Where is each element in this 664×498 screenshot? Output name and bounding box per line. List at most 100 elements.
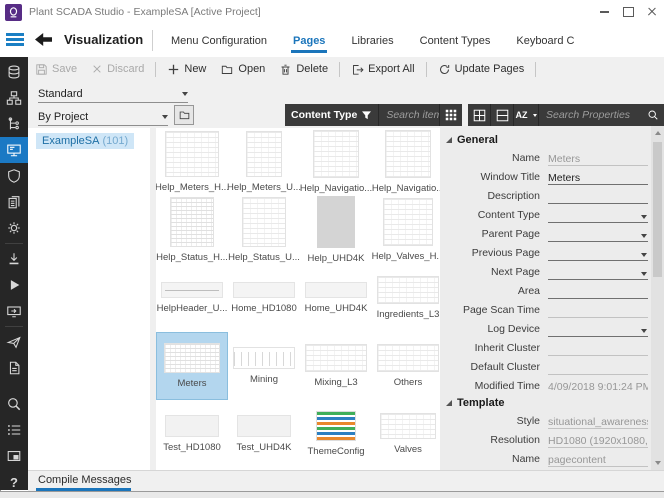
scroll-down-icon[interactable] bbox=[655, 461, 661, 465]
page-cell-help-meters-h[interactable]: Help_Meters_H... bbox=[156, 128, 228, 196]
page-cell-help-uhd4k[interactable]: Help_UHD4K bbox=[300, 196, 372, 264]
remote-display-icon[interactable] bbox=[0, 298, 28, 324]
page-cell-help-valves-h[interactable]: Help_Valves_H... bbox=[372, 196, 444, 264]
delete-button[interactable]: Delete bbox=[272, 57, 335, 81]
scroll-up-icon[interactable] bbox=[655, 131, 661, 135]
page-cell-home-hd1080[interactable]: Home_HD1080 bbox=[228, 264, 300, 332]
page-cell-home-uhd4k[interactable]: Home_UHD4K bbox=[300, 264, 372, 332]
page-cell-others[interactable]: Others bbox=[372, 332, 444, 400]
search-properties-button[interactable] bbox=[642, 104, 664, 126]
tab-libraries[interactable]: Libraries bbox=[338, 24, 406, 57]
download-icon[interactable] bbox=[0, 246, 28, 272]
pages-copy-icon[interactable] bbox=[0, 189, 28, 215]
back-button[interactable] bbox=[34, 31, 54, 49]
compile-messages-tab[interactable]: Compile Messages bbox=[38, 474, 132, 486]
maximize-button[interactable] bbox=[616, 0, 640, 24]
split-view-button[interactable] bbox=[491, 104, 513, 126]
export-all-button[interactable]: Export All bbox=[344, 57, 421, 81]
run-play-icon[interactable] bbox=[0, 272, 28, 298]
default-cluster-field[interactable] bbox=[548, 359, 648, 375]
folder-filter-button[interactable] bbox=[174, 105, 194, 125]
tab-keyboard-commands[interactable]: Keyboard C bbox=[503, 24, 587, 57]
page-cell-help-status-h[interactable]: Help_Status_H... bbox=[156, 196, 228, 264]
update-pages-button[interactable]: Update Pages bbox=[431, 57, 532, 81]
page-cell-test-uhd4k[interactable]: Test_UHD4K bbox=[228, 400, 300, 468]
save-button[interactable]: Save bbox=[28, 57, 84, 81]
tab-menu-configuration[interactable]: Menu Configuration bbox=[158, 24, 280, 57]
page-cell-valves[interactable]: Valves bbox=[372, 400, 444, 468]
previous-page-dropdown[interactable] bbox=[548, 245, 648, 261]
split-four-icon bbox=[473, 109, 486, 122]
modified-time-value: 4/09/2018 9:01:24 PM bbox=[548, 378, 648, 393]
inherit-cluster-field[interactable] bbox=[548, 340, 648, 356]
content-type-filter-button[interactable]: Content Type bbox=[285, 104, 378, 126]
page-cell-meters-selected[interactable]: Meters bbox=[156, 332, 228, 400]
equipment-tree-icon[interactable] bbox=[0, 111, 28, 137]
page-thumbnail bbox=[313, 130, 359, 178]
nav-bar: Visualization Menu Configuration Pages L… bbox=[0, 24, 664, 58]
parent-page-dropdown[interactable] bbox=[548, 226, 648, 242]
bottom-strip bbox=[0, 491, 664, 498]
open-button[interactable]: Open bbox=[213, 57, 272, 81]
grid-view-button[interactable] bbox=[440, 104, 462, 126]
discard-button[interactable]: Discard bbox=[84, 57, 151, 81]
sort-az-button[interactable]: AZ bbox=[514, 104, 538, 126]
tile-view-button[interactable] bbox=[468, 104, 490, 126]
new-button[interactable]: New bbox=[160, 57, 213, 81]
next-page-dropdown[interactable] bbox=[548, 264, 648, 280]
page-cell-help-navigation-2[interactable]: Help_Navigatio... bbox=[372, 128, 444, 196]
section-general[interactable]: General bbox=[444, 132, 648, 148]
visualization-monitor-icon[interactable] bbox=[0, 137, 28, 163]
page-cell-helpheader-u[interactable]: HelpHeader_U... bbox=[156, 264, 228, 332]
hierarchy-icon[interactable] bbox=[0, 85, 28, 111]
properties-scrollbar[interactable] bbox=[651, 126, 664, 470]
properties-search-bar: AZ Search Properties bbox=[468, 104, 664, 126]
scrollbar-thumb[interactable] bbox=[653, 142, 662, 277]
field-label: Page Scan Time bbox=[444, 304, 540, 316]
sidebar-separator bbox=[5, 326, 23, 327]
content-type-dropdown[interactable] bbox=[548, 207, 648, 223]
log-device-dropdown[interactable] bbox=[548, 321, 648, 337]
search-icon[interactable] bbox=[0, 391, 28, 417]
style-dropdown[interactable]: Standard bbox=[38, 85, 188, 103]
report-document-icon[interactable] bbox=[0, 355, 28, 381]
pages-toolbar: Save Discard New Open Delete Export All … bbox=[28, 57, 664, 81]
page-cell-mining[interactable]: Mining bbox=[228, 332, 300, 400]
grouping-dropdown[interactable]: By Project bbox=[38, 108, 168, 126]
page-cell-test-hd1080[interactable]: Test_HD1080 bbox=[156, 400, 228, 468]
tab-pages[interactable]: Pages bbox=[280, 24, 338, 57]
log-list-icon[interactable] bbox=[0, 417, 28, 443]
window-title-field[interactable]: Meters bbox=[548, 169, 648, 185]
search-items-input[interactable]: Search items bbox=[379, 104, 439, 126]
export-all-label: Export All bbox=[368, 63, 414, 75]
close-button[interactable] bbox=[640, 0, 664, 24]
field-label: Name bbox=[444, 453, 540, 465]
database-icon[interactable] bbox=[0, 59, 28, 85]
page-scan-time-field[interactable] bbox=[548, 302, 648, 318]
grid-row: Help_Status_H... Help_Status_U... Help_U… bbox=[156, 196, 468, 264]
window-panel-icon[interactable] bbox=[0, 443, 28, 469]
page-cell-help-meters-u[interactable]: Help_Meters_U... bbox=[228, 128, 300, 196]
search-properties-input[interactable]: Search Properties bbox=[539, 104, 642, 126]
minimize-button[interactable] bbox=[592, 0, 616, 24]
page-cell-help-status-u[interactable]: Help_Status_U... bbox=[228, 196, 300, 264]
page-cell-ingredients-l3[interactable]: Ingredients_L3 bbox=[372, 264, 444, 332]
security-shield-icon[interactable] bbox=[0, 163, 28, 189]
area-field[interactable] bbox=[548, 283, 648, 299]
tree-item-examplesa[interactable]: ExampleSA (101) bbox=[36, 133, 134, 149]
collapse-triangle-icon bbox=[446, 400, 452, 406]
discard-label: Discard bbox=[107, 63, 144, 75]
settings-gear-icon[interactable] bbox=[0, 215, 28, 241]
name-field: Meters bbox=[548, 150, 648, 166]
section-template[interactable]: Template bbox=[444, 395, 648, 411]
page-thumbnail bbox=[305, 282, 367, 298]
page-cell-mixing-l3[interactable]: Mixing_L3 bbox=[300, 332, 372, 400]
deploy-plane-icon[interactable] bbox=[0, 329, 28, 355]
maximize-icon bbox=[623, 7, 634, 17]
page-cell-themeconfig[interactable]: ThemeConfig bbox=[300, 400, 372, 468]
tab-content-types[interactable]: Content Types bbox=[407, 24, 504, 57]
page-cell-help-navigation-1[interactable]: Help_Navigatio... bbox=[300, 128, 372, 196]
main-menu-button[interactable] bbox=[6, 33, 24, 46]
description-field[interactable] bbox=[548, 188, 648, 204]
status-bar: Compile Messages bbox=[28, 470, 664, 491]
